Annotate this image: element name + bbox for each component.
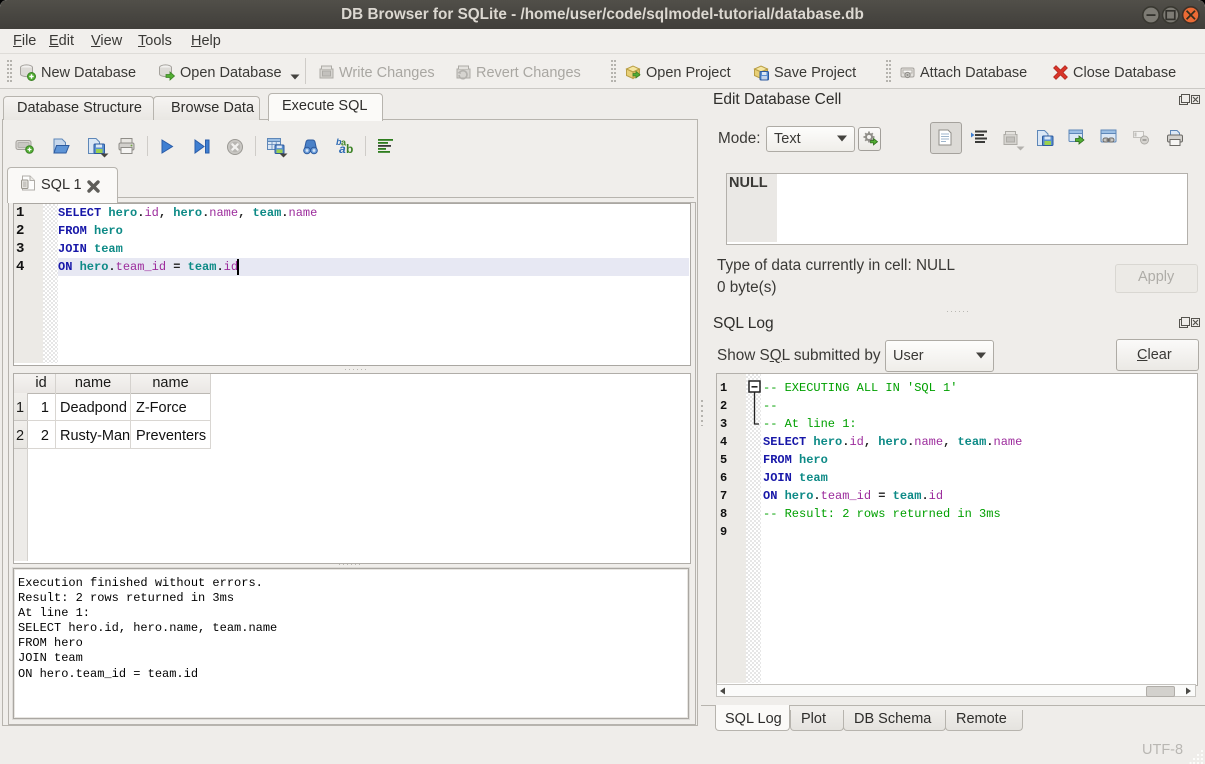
svg-text:b: b <box>346 142 353 156</box>
svg-text:a: a <box>339 142 346 156</box>
